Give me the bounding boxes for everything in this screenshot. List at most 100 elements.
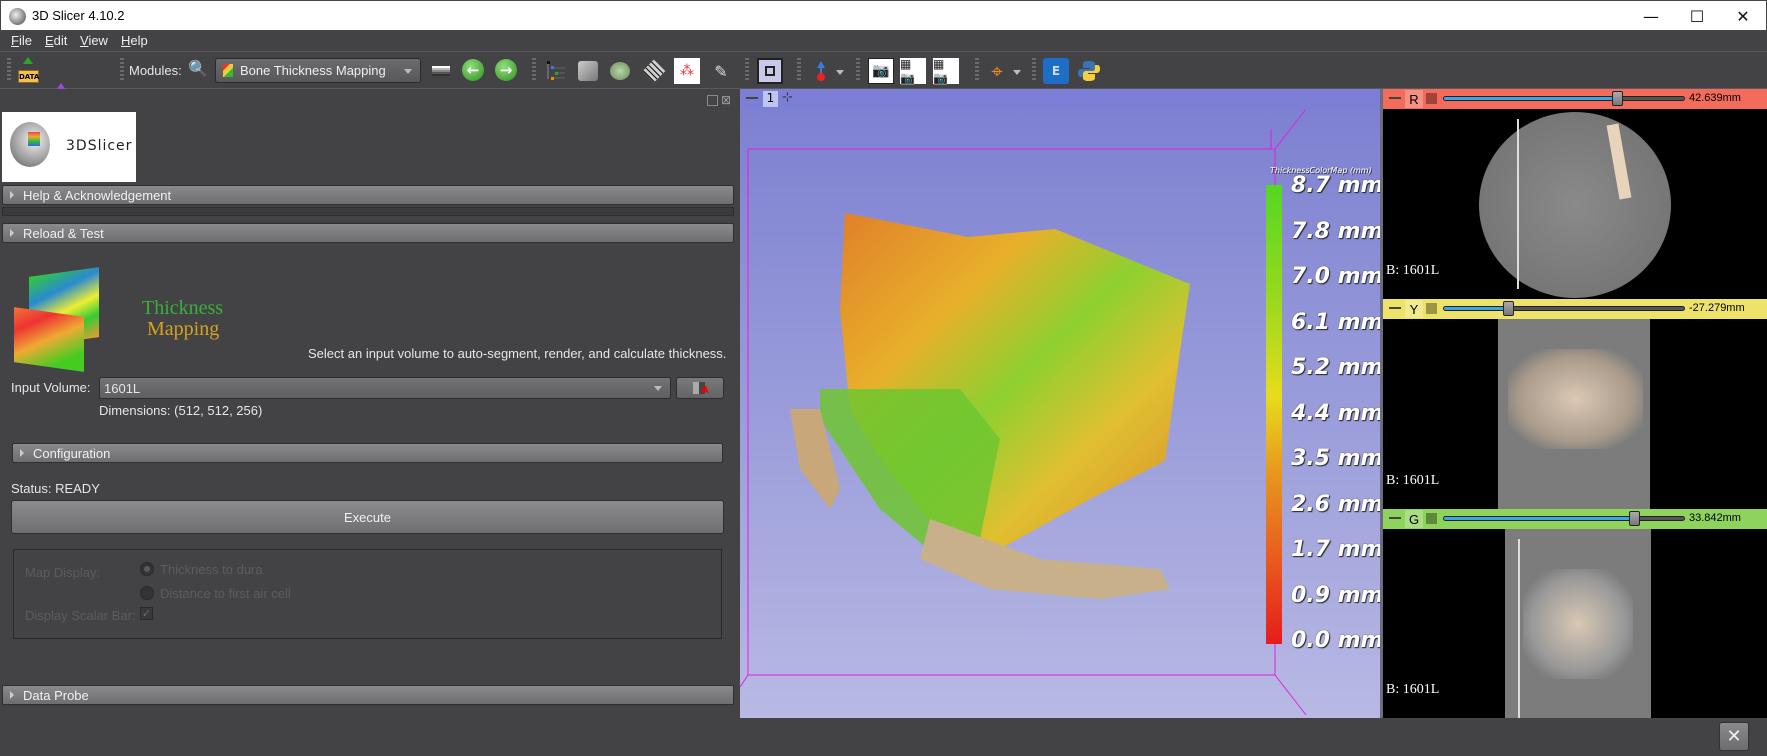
transforms-icon[interactable] xyxy=(641,58,667,84)
help-acknowledgement-section[interactable]: Help & Acknowledgement xyxy=(2,185,734,205)
menu-bar: File Edit View Help xyxy=(0,31,1767,52)
slider-fill xyxy=(1444,517,1635,520)
slice-offset-value[interactable]: -27.279mm xyxy=(1689,302,1745,314)
module-search-icon[interactable]: 🔍 xyxy=(188,59,208,78)
menu-help[interactable]: Help xyxy=(121,33,148,48)
scalar-bar-label: 7.8 mm xyxy=(1291,218,1380,244)
pin-icon[interactable] xyxy=(746,97,758,105)
scene-view-icon[interactable]: ▦📷 xyxy=(900,57,926,85)
map-display-label: Map Display: xyxy=(25,565,101,580)
volumes-icon[interactable] xyxy=(575,58,601,84)
toolbar-grip[interactable] xyxy=(7,58,11,82)
maximize-button[interactable]: ☐ xyxy=(1674,1,1720,31)
view-splitter[interactable] xyxy=(1380,89,1383,718)
scalar-bar-label: 1.7 mm xyxy=(1291,537,1380,562)
menu-file[interactable]: File xyxy=(11,33,32,48)
volume-options-button[interactable]: A xyxy=(676,377,724,399)
display-scalar-bar-checkbox[interactable]: ✓ xyxy=(140,607,153,620)
input-volume-select[interactable]: 1601L xyxy=(99,377,671,399)
slider-thumb[interactable] xyxy=(1629,511,1640,526)
slice-controller-icon[interactable] xyxy=(1426,513,1437,524)
3d-view[interactable]: ThicknessColorMap (mm) 8.7 mm 7.8 mm 7.0 m… xyxy=(740,89,1380,718)
screenshot-icon[interactable]: 📷 xyxy=(868,58,894,84)
slicer-logo-cube xyxy=(28,132,40,146)
status-text: Status: READY xyxy=(11,481,100,496)
slider-thumb[interactable] xyxy=(1503,301,1514,316)
menu-view[interactable]: View xyxy=(80,33,108,48)
slice-view-yellow[interactable]: B: 1601L xyxy=(1383,319,1767,509)
view-controller-icon[interactable]: ⊹ xyxy=(782,90,793,105)
layout-icon[interactable] xyxy=(757,58,783,84)
scalar-bar-label: 0.0 mm xyxy=(1291,628,1380,653)
toolbar-grip[interactable] xyxy=(532,58,536,82)
close-panel-icon[interactable]: ⊠ xyxy=(721,93,731,107)
python-console-icon[interactable] xyxy=(1076,58,1102,84)
chevron-down-icon xyxy=(654,386,662,391)
close-error-log-button[interactable]: ✕ xyxy=(1719,722,1749,751)
thickness-mapping-image xyxy=(14,267,119,372)
toolbar-grip[interactable] xyxy=(856,58,860,82)
cube-glyph xyxy=(578,61,598,81)
slice-controller-icon[interactable] xyxy=(1426,93,1437,104)
scene-view-restore-icon[interactable]: ▦📷 xyxy=(933,57,959,85)
window-level-icon[interactable] xyxy=(432,66,450,76)
up-arrow-icon xyxy=(23,57,33,64)
close-window-button[interactable]: ✕ xyxy=(1720,1,1766,31)
pin-glyph xyxy=(817,61,825,81)
configuration-section[interactable]: Configuration xyxy=(12,443,723,463)
data-tree-icon[interactable] xyxy=(543,58,569,84)
chevron-down-icon[interactable] xyxy=(1013,70,1021,75)
slice-view-red[interactable]: B: 1601L xyxy=(1383,109,1767,299)
pin-icon[interactable] xyxy=(1389,517,1401,525)
thickness-map-front xyxy=(14,307,84,372)
slider-thumb[interactable] xyxy=(1612,91,1623,106)
slice-controller-bar-yellow: Y -27.279mm xyxy=(1383,299,1767,319)
pin-icon[interactable] xyxy=(1389,307,1401,315)
module-title-thickness: Thickness xyxy=(142,297,224,319)
minimize-button[interactable]: — xyxy=(1628,1,1674,31)
toolbar-grip[interactable] xyxy=(120,58,124,82)
camera-glyph: ▦📷 xyxy=(933,57,948,85)
execute-button[interactable]: Execute xyxy=(11,500,724,534)
models-icon[interactable] xyxy=(607,58,633,84)
pin-icon[interactable] xyxy=(1389,97,1401,105)
menu-edit[interactable]: Edit xyxy=(45,33,67,48)
back-arrow-icon[interactable]: ← xyxy=(462,59,484,81)
toolbar-grip[interactable] xyxy=(1032,58,1036,82)
toolbar-grip[interactable] xyxy=(975,58,979,82)
menu-help-mnemonic: H xyxy=(121,33,131,48)
slice-offset-slider[interactable] xyxy=(1443,516,1685,521)
load-data-button[interactable]: DATA xyxy=(17,57,39,83)
radio-distance-to-air-cell[interactable] xyxy=(140,586,154,600)
layout-glyph xyxy=(765,66,775,76)
view-number: 1 xyxy=(763,91,778,107)
forward-arrow-icon[interactable]: → xyxy=(495,59,517,81)
slice-view-green[interactable]: B: 1601L xyxy=(1383,529,1767,718)
reload-test-section[interactable]: Reload & Test xyxy=(2,223,734,243)
radio-thickness-to-dura[interactable] xyxy=(140,562,154,576)
slice-offset-value[interactable]: 33.842mm xyxy=(1689,512,1741,524)
slice-offset-slider[interactable] xyxy=(1443,96,1685,101)
expand-arrow-icon xyxy=(10,229,14,237)
section-label: Configuration xyxy=(33,446,111,461)
scalar-bar-label: 4.4 mm xyxy=(1291,400,1380,426)
markups-icon[interactable]: ⁂ xyxy=(674,58,700,84)
slice-controller-icon[interactable] xyxy=(1426,303,1437,314)
toolbar-grip[interactable] xyxy=(745,58,749,82)
bone-thickness-model[interactable] xyxy=(740,89,1380,718)
toolbar-grip[interactable] xyxy=(797,58,801,82)
module-title-mapping: Mapping xyxy=(147,318,220,340)
crosshair-mouse-mode-icon[interactable] xyxy=(808,58,834,84)
undock-icon[interactable] xyxy=(707,95,718,106)
slider-fill xyxy=(1444,97,1618,100)
crosshair-icon[interactable]: ⌖ xyxy=(984,58,1010,84)
chevron-down-icon[interactable] xyxy=(836,70,844,75)
slice-offset-value[interactable]: 42.639mm xyxy=(1689,92,1741,104)
module-selector[interactable]: Bone Thickness Mapping xyxy=(215,58,421,83)
python-glyph xyxy=(1078,61,1100,81)
extension-manager-icon[interactable]: E xyxy=(1043,58,1069,84)
segment-editor-icon[interactable]: ✎ xyxy=(708,58,734,84)
ct-bone-line xyxy=(1517,119,1519,289)
data-probe-section[interactable]: Data Probe xyxy=(2,685,734,705)
slice-offset-slider[interactable] xyxy=(1443,306,1685,311)
